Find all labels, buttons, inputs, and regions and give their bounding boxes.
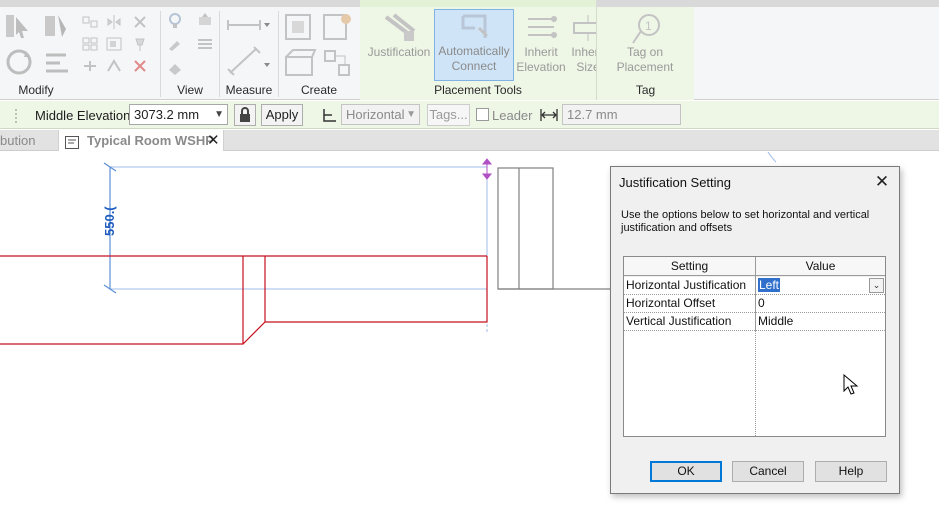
middle-elevation-value: 3073.2 mm (134, 107, 200, 122)
automatically-connect-label-1: Automatically (438, 44, 510, 58)
close-tab-icon[interactable]: ✕ (207, 130, 220, 151)
view-tab-typical-room[interactable]: Typical Room WSHP ✕ (58, 130, 224, 151)
mouse-cursor-icon (843, 373, 859, 399)
leader-length-value: 12.7 mm (567, 107, 618, 122)
paste-icon[interactable] (42, 11, 70, 41)
close-icon[interactable]: ✕ (873, 172, 891, 192)
split-icon[interactable] (82, 59, 98, 73)
orientation-select[interactable]: Horizontal ▼ (341, 104, 420, 125)
mirror-icon[interactable] (106, 15, 122, 29)
measure-panel-title: Measure (225, 83, 273, 97)
automatically-connect-button[interactable]: Automatically Connect (434, 9, 514, 81)
delete-icon[interactable] (132, 59, 148, 73)
measure-distance-icon[interactable] (226, 15, 270, 35)
paint-brush-icon[interactable] (167, 37, 183, 51)
aligned-dimension-icon[interactable] (226, 45, 270, 77)
dimension-text: 550.( (102, 206, 117, 236)
hide-element-icon[interactable] (167, 13, 183, 28)
equipment-outline (497, 167, 554, 290)
duct-preview-outline (109, 166, 488, 290)
table-row-setting: Vertical Justification (624, 313, 755, 331)
leader-label: Leader (492, 108, 533, 123)
existing-duct (0, 255, 488, 345)
justification-small-icon[interactable] (322, 108, 338, 122)
table-row-setting: Horizontal Justification (624, 277, 755, 295)
inherit-elevation-label-1: Inherit (524, 45, 558, 59)
create-similar-icon[interactable] (283, 11, 315, 43)
justification-label: Justification (367, 45, 431, 59)
svg-text:1: 1 (645, 19, 652, 33)
dialog-description: Use the options below to set horizontal … (621, 209, 870, 234)
ok-button[interactable]: OK (650, 461, 722, 482)
eraser-icon[interactable] (167, 61, 183, 75)
view-tab-distribution[interactable]: bution (0, 130, 56, 151)
settings-grid: Setting Value Horizontal Justification L… (623, 256, 886, 437)
override-graphics-icon[interactable] (197, 13, 213, 27)
view-panel: View (161, 7, 219, 100)
table-row-setting: Horizontal Offset (624, 295, 755, 313)
horizontal-justification-value: Left (758, 278, 781, 292)
tag-on-placement-button[interactable]: 1 Tag on Placement (607, 11, 683, 81)
trim-icon[interactable] (106, 59, 122, 73)
ribbon: Modify View Measure Create Justification… (0, 7, 939, 100)
placement-tools-panel-title: Placement Tools (434, 83, 522, 97)
help-button[interactable]: Help (815, 461, 887, 482)
view-tab-label: Typical Room WSHP (87, 133, 214, 148)
chevron-down-icon[interactable]: ⌄ (869, 278, 884, 293)
tag-panel: 1 Tag on Placement Tag (596, 7, 694, 100)
cancel-button[interactable]: Cancel (732, 461, 804, 482)
leader-length-icon (540, 108, 558, 122)
view-tab-bar: bution Typical Room WSHP ✕ (0, 130, 939, 151)
create-panel-title: Create (300, 83, 338, 97)
automatically-connect-label-2: Connect (451, 59, 497, 73)
align-icon[interactable] (42, 47, 72, 77)
tag-on-placement-label-2: Placement (616, 60, 674, 74)
options-grip-icon (14, 109, 18, 123)
modify-panel: Modify (0, 7, 160, 100)
create-parts-icon[interactable] (321, 47, 353, 79)
lock-elevation-button[interactable] (234, 104, 256, 126)
apply-button[interactable]: Apply (261, 104, 303, 126)
flip-arrow-icon (481, 158, 493, 180)
leader-checkbox[interactable] (476, 108, 489, 121)
delete-x-icon[interactable] (132, 15, 148, 29)
linework-icon[interactable] (197, 37, 213, 51)
rotate-icon[interactable] (4, 47, 34, 77)
orientation-value: Horizontal (346, 107, 405, 122)
create-panel: Create (279, 7, 359, 100)
tags-button[interactable]: Tags... (427, 104, 470, 126)
chevron-down-icon[interactable]: ▼ (406, 109, 416, 120)
array-icon[interactable] (82, 37, 98, 51)
placement-tools-panel: Justification Automatically Connect Inhe… (360, 7, 605, 100)
tag-panel-title: Tag (635, 83, 656, 97)
context-tab-strip (360, 0, 596, 7)
modify-panel-title: Modify (18, 83, 54, 97)
leader-length-field[interactable]: 12.7 mm (562, 104, 681, 125)
middle-elevation-label: Middle Elevation: (35, 108, 134, 123)
measure-panel: Measure (220, 7, 278, 100)
horizontal-justification-select[interactable]: Left ⌄ (756, 277, 885, 295)
ribbon-tab-strip (0, 0, 939, 7)
options-bar: Middle Elevation: 3073.2 mm ▼ Apply Hori… (0, 101, 939, 129)
scale-icon[interactable] (106, 37, 122, 51)
justification-button[interactable]: Justification (364, 11, 434, 73)
inherit-elevation-label-2: Elevation (516, 60, 566, 74)
create-group-icon[interactable] (321, 11, 353, 43)
copy-icon[interactable] (82, 15, 98, 29)
chevron-down-icon[interactable]: ▼ (214, 109, 224, 120)
create-assembly-icon[interactable] (283, 47, 317, 79)
column-header-value: Value (755, 257, 885, 276)
pin-icon[interactable] (132, 37, 148, 51)
dialog-title: Justification Setting (619, 175, 732, 190)
inherit-elevation-button[interactable]: Inherit Elevation (516, 11, 566, 81)
middle-elevation-field[interactable]: 3073.2 mm ▼ (129, 104, 228, 125)
view-panel-title: View (177, 83, 203, 97)
horizontal-offset-value[interactable]: 0 (756, 295, 885, 313)
justification-setting-dialog: Justification Setting ✕ Use the options … (610, 166, 900, 494)
vertical-justification-value[interactable]: Middle (756, 313, 885, 331)
tag-on-placement-label-1: Tag on (626, 45, 664, 59)
column-header-setting: Setting (624, 257, 755, 276)
modify-select-icon[interactable] (4, 11, 32, 41)
